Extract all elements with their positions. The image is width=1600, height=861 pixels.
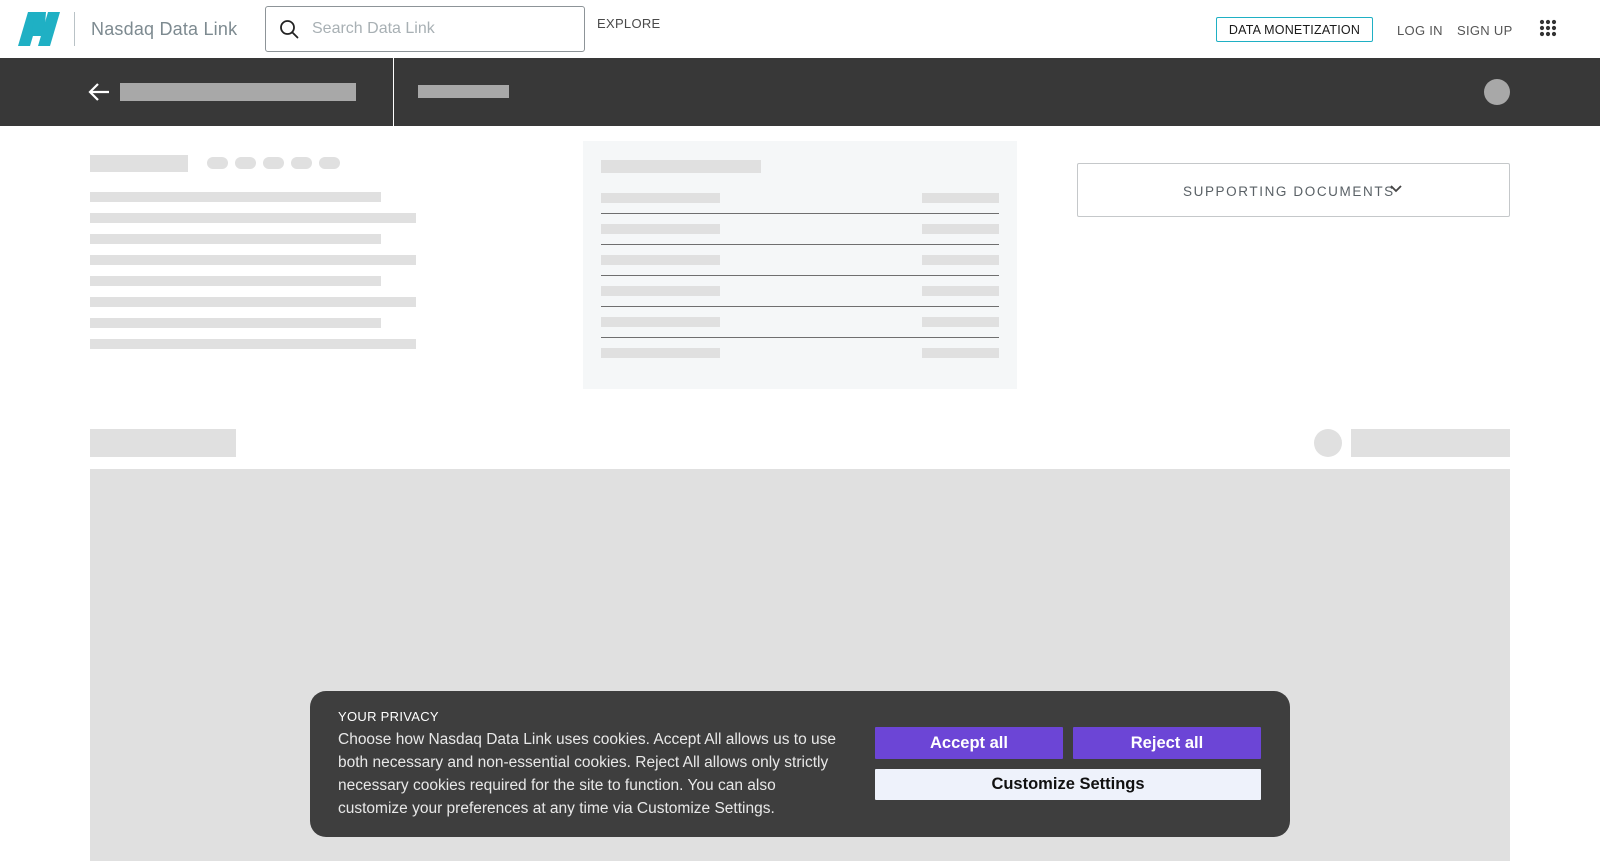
cookie-banner-text: Choose how Nasdaq Data Link uses cookies…: [338, 731, 836, 817]
cookie-banner-title: YOUR PRIVACY: [338, 709, 439, 724]
customize-settings-button[interactable]: Customize Settings: [875, 769, 1261, 800]
top-navbar: Nasdaq Data Link EXPLORE DATA MONETIZATI…: [0, 0, 1600, 58]
panel-key-skeleton: [601, 224, 720, 234]
logo-icon[interactable]: [18, 12, 60, 46]
reject-all-button[interactable]: Reject all: [1073, 727, 1261, 759]
title-skeleton: [90, 155, 188, 172]
apps-grid-icon[interactable]: [1539, 19, 1557, 37]
chart-title-skeleton: [90, 429, 236, 457]
logo-divider: [74, 12, 75, 46]
panel-row-divider: [601, 337, 999, 338]
chevron-down-icon: [1390, 185, 1402, 193]
avatar-skeleton: [1484, 79, 1510, 105]
accept-all-button[interactable]: Accept all: [875, 727, 1063, 759]
tag-skeleton: [235, 157, 256, 169]
panel-key-skeleton: [601, 286, 720, 296]
search-icon: [280, 20, 299, 39]
panel-title-skeleton: [601, 160, 761, 173]
dataset-info-panel: [583, 141, 1017, 389]
panel-key-skeleton: [601, 255, 720, 265]
panel-key-skeleton: [601, 317, 720, 327]
text-line-skeleton: [90, 339, 416, 349]
back-arrow-icon[interactable]: [88, 82, 110, 102]
brand-name[interactable]: Nasdaq Data Link: [91, 19, 237, 40]
text-line-skeleton: [90, 255, 416, 265]
panel-value-skeleton: [922, 255, 999, 265]
supporting-documents-dropdown[interactable]: SUPPORTING DOCUMENTS: [1077, 163, 1510, 217]
text-line-skeleton: [90, 213, 416, 223]
dataset-header-bar: [0, 58, 1600, 126]
tag-skeleton: [319, 157, 340, 169]
panel-row-divider: [601, 275, 999, 276]
panel-value-skeleton: [922, 348, 999, 358]
signup-link[interactable]: SIGN UP: [1457, 23, 1513, 38]
panel-key-skeleton: [601, 193, 720, 203]
panel-row-divider: [601, 306, 999, 307]
nav-explore[interactable]: EXPLORE: [597, 16, 661, 31]
header-separator: [393, 58, 394, 126]
dataset-subtitle-skeleton: [418, 85, 509, 98]
text-line-skeleton: [90, 297, 416, 307]
panel-value-skeleton: [922, 286, 999, 296]
text-line-skeleton: [90, 318, 381, 328]
search-box[interactable]: [265, 6, 585, 52]
dataset-title-skeleton: [120, 83, 356, 101]
login-link[interactable]: LOG IN: [1397, 23, 1443, 38]
supporting-documents-label: SUPPORTING DOCUMENTS: [1183, 184, 1395, 199]
chart-control-skeleton: [1314, 429, 1342, 457]
panel-value-skeleton: [922, 193, 999, 203]
panel-key-skeleton: [601, 348, 720, 358]
tag-skeleton: [291, 157, 312, 169]
tag-skeleton: [263, 157, 284, 169]
text-line-skeleton: [90, 276, 381, 286]
text-line-skeleton: [90, 192, 381, 202]
panel-value-skeleton: [922, 317, 999, 327]
text-line-skeleton: [90, 234, 381, 244]
panel-value-skeleton: [922, 224, 999, 234]
search-input[interactable]: [312, 7, 580, 51]
cookie-consent-banner: YOUR PRIVACY Choose how Nasdaq Data Link…: [310, 691, 1290, 837]
panel-row-divider: [601, 244, 999, 245]
tag-skeleton: [207, 157, 228, 169]
panel-row-divider: [601, 213, 999, 214]
chart-range-skeleton: [1351, 429, 1510, 457]
data-monetization-button[interactable]: DATA MONETIZATION: [1216, 17, 1373, 42]
